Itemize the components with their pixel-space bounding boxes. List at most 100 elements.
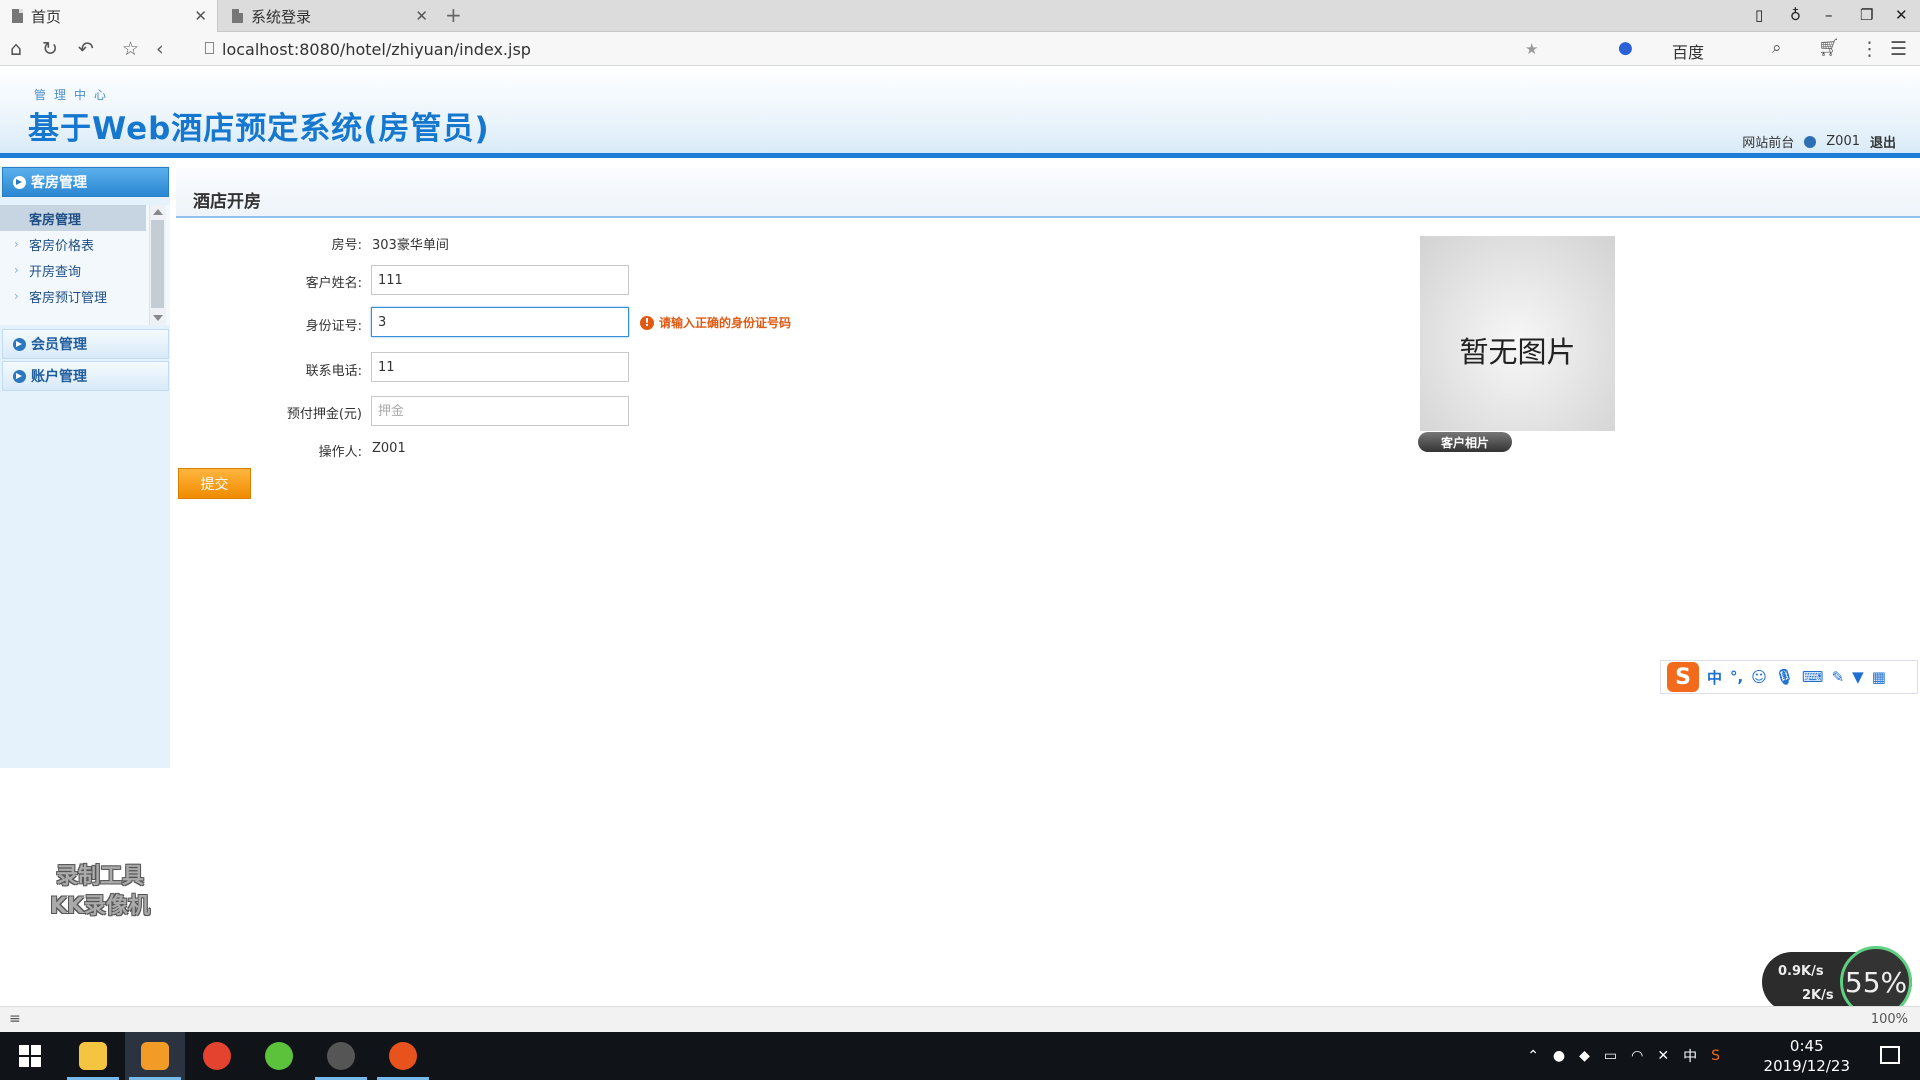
scroll-up-icon[interactable] xyxy=(153,209,163,215)
customer-photo: 暂无图片 xyxy=(1420,236,1615,431)
customer-photo-button[interactable]: 客户相片 xyxy=(1418,432,1512,452)
app-icon xyxy=(265,1042,293,1070)
phone-label: 联系电话: xyxy=(305,364,362,379)
user-icon xyxy=(1804,135,1817,148)
restore-icon[interactable]: ❐ xyxy=(1860,6,1873,24)
sogou-logo-icon[interactable]: S xyxy=(1667,662,1699,692)
id-number-label: 身份证号: xyxy=(305,319,362,334)
sidebar-item-room-management[interactable]: 客房管理 xyxy=(0,205,146,231)
emoji-icon[interactable]: ☺ xyxy=(1751,668,1767,686)
id-error-message: ! 请输入正确的身份证号码 xyxy=(640,314,791,331)
tray-security-icon[interactable]: ◆ xyxy=(1579,1048,1590,1064)
minimize-icon[interactable]: – xyxy=(1825,6,1833,24)
clock[interactable]: 0:45 2019/12/23 xyxy=(1764,1036,1850,1076)
microphone-icon[interactable]: 🎙︎ xyxy=(1775,668,1794,686)
taskbar-browser[interactable] xyxy=(125,1032,185,1080)
app-icon xyxy=(203,1042,231,1070)
id-error-text: 请输入正确的身份证号码 xyxy=(659,316,792,330)
recorder-icon xyxy=(389,1042,417,1070)
home-icon[interactable]: ⌂ xyxy=(10,38,22,60)
browser-status-bar: ≡ 100% xyxy=(0,1006,1920,1032)
taskbar-app-4[interactable] xyxy=(249,1032,309,1080)
new-tab-icon[interactable]: + xyxy=(445,3,462,27)
logout-link[interactable]: 退出 xyxy=(1870,132,1896,151)
tab-label: 系统登录 xyxy=(251,7,312,26)
ime-punctuation[interactable]: °, xyxy=(1730,668,1743,686)
url-field[interactable]: localhost:8080/hotel/zhiyuan/index.jsp xyxy=(222,40,531,59)
ime-mode[interactable]: 中 xyxy=(1707,667,1722,688)
current-user: Z001 xyxy=(1826,134,1860,149)
taskbar-recorder[interactable] xyxy=(373,1032,433,1080)
content-title: 酒店开房 xyxy=(176,168,1920,218)
tab-login[interactable]: 系统登录 ✕ xyxy=(220,0,438,32)
bookmark-star-icon[interactable]: ★ xyxy=(1525,40,1538,58)
wifi-icon[interactable]: ◠ xyxy=(1631,1048,1643,1064)
header-links: 网站前台 Z001 退出 xyxy=(1742,132,1896,151)
sidebar-item-room-prices[interactable]: 客房价格表 xyxy=(0,231,146,257)
taskbar-app-3[interactable] xyxy=(187,1032,247,1080)
date: 2019/12/23 xyxy=(1763,1057,1850,1075)
sidebar-item-checkin-query[interactable]: 开房查询 xyxy=(0,257,146,283)
watermark-line: KK录像机 xyxy=(49,894,151,919)
phone-input[interactable] xyxy=(371,352,629,382)
sidebar: 客房管理 客房管理 客房价格表 开房查询 客房预订管理 会员管理 账户管理 xyxy=(0,166,170,768)
keyboard-icon[interactable]: ⌨ xyxy=(1802,668,1824,686)
cart-icon[interactable]: 🛒︎ xyxy=(1818,38,1840,58)
tab-home[interactable]: 首页 ✕ xyxy=(0,0,218,32)
sidebar-group-rooms[interactable]: 客房管理 xyxy=(2,167,169,197)
more-icon[interactable]: ⋮ xyxy=(1860,38,1879,60)
refresh-icon[interactable]: ↻ xyxy=(42,38,58,60)
favorite-icon[interactable]: ☆ xyxy=(122,38,139,60)
deposit-input[interactable] xyxy=(371,396,629,426)
site-header: 管理中心 基于Web酒店预定系统(房管员) 网站前台 Z001 退出 xyxy=(0,66,1920,158)
menu-icon[interactable]: ☰ xyxy=(1890,38,1907,60)
operator-label: 操作人: xyxy=(318,445,362,460)
skin-icon[interactable]: ▼ xyxy=(1852,668,1864,686)
input-language[interactable]: 中 xyxy=(1683,1046,1697,1066)
sidebar-toggle-icon[interactable]: ▯ xyxy=(1755,6,1763,24)
browser-icon xyxy=(141,1042,169,1070)
close-tab-icon[interactable]: ✕ xyxy=(415,7,428,25)
scrollbar-thumb[interactable] xyxy=(151,220,164,308)
list-icon[interactable]: ≡ xyxy=(9,1011,21,1027)
chevron-up-icon[interactable]: ⌃ xyxy=(1527,1048,1539,1064)
notification-icon[interactable] xyxy=(1880,1046,1900,1064)
baidu-paw-icon[interactable]: ● xyxy=(1618,38,1633,58)
page-icon xyxy=(205,42,214,54)
taskbar-app-5[interactable] xyxy=(311,1032,371,1080)
volume-muted-icon[interactable]: ✕ xyxy=(1657,1048,1669,1064)
start-button[interactable] xyxy=(0,1032,60,1080)
taskbar-file-explorer[interactable] xyxy=(63,1032,123,1080)
zoom-level[interactable]: 100% xyxy=(1871,1012,1908,1027)
battery-icon[interactable]: ▭ xyxy=(1604,1048,1617,1064)
sidebar-group-accounts[interactable]: 账户管理 xyxy=(2,361,169,391)
back-icon[interactable]: ‹ xyxy=(156,38,164,60)
scroll-down-icon[interactable] xyxy=(153,315,163,321)
search-engine-label[interactable]: 百度 xyxy=(1672,39,1704,63)
time: 0:45 xyxy=(1789,1037,1824,1055)
close-window-icon[interactable]: ✕ xyxy=(1895,6,1908,24)
sidebar-group-label: 账户管理 xyxy=(31,369,87,385)
customer-name-label: 客户姓名: xyxy=(305,276,362,291)
sidebar-group-label: 客房管理 xyxy=(31,175,87,191)
toolbox-icon[interactable]: ▦ xyxy=(1872,668,1886,686)
error-icon: ! xyxy=(640,315,654,330)
submit-button[interactable]: 提交 xyxy=(178,468,251,499)
id-number-input[interactable] xyxy=(371,307,629,337)
tray-app-icon[interactable]: ● xyxy=(1553,1048,1565,1064)
sidebar-group-members[interactable]: 会员管理 xyxy=(2,329,169,359)
close-tab-icon[interactable]: ✕ xyxy=(194,7,207,25)
user-settings-icon[interactable]: ✎ xyxy=(1832,668,1845,686)
search-icon[interactable]: ⌕ xyxy=(1772,38,1782,58)
arrow-circle-icon xyxy=(13,338,26,351)
shirt-icon[interactable]: ♁ xyxy=(1790,6,1801,24)
sidebar-item-booking-management[interactable]: 客房预订管理 xyxy=(0,283,146,309)
watermark-line: 录制工具 xyxy=(55,864,144,889)
network-monitor[interactable]: 0.9K/s 2K/s 55% xyxy=(1762,946,1912,1018)
front-site-link[interactable]: 网站前台 xyxy=(1742,132,1794,151)
sogou-tray-icon[interactable]: S xyxy=(1711,1048,1720,1064)
room-value: 303豪华单间 xyxy=(372,238,449,253)
undo-icon[interactable]: ↶ xyxy=(78,38,94,60)
operator-value: Z001 xyxy=(372,441,406,456)
customer-name-input[interactable] xyxy=(371,265,629,295)
